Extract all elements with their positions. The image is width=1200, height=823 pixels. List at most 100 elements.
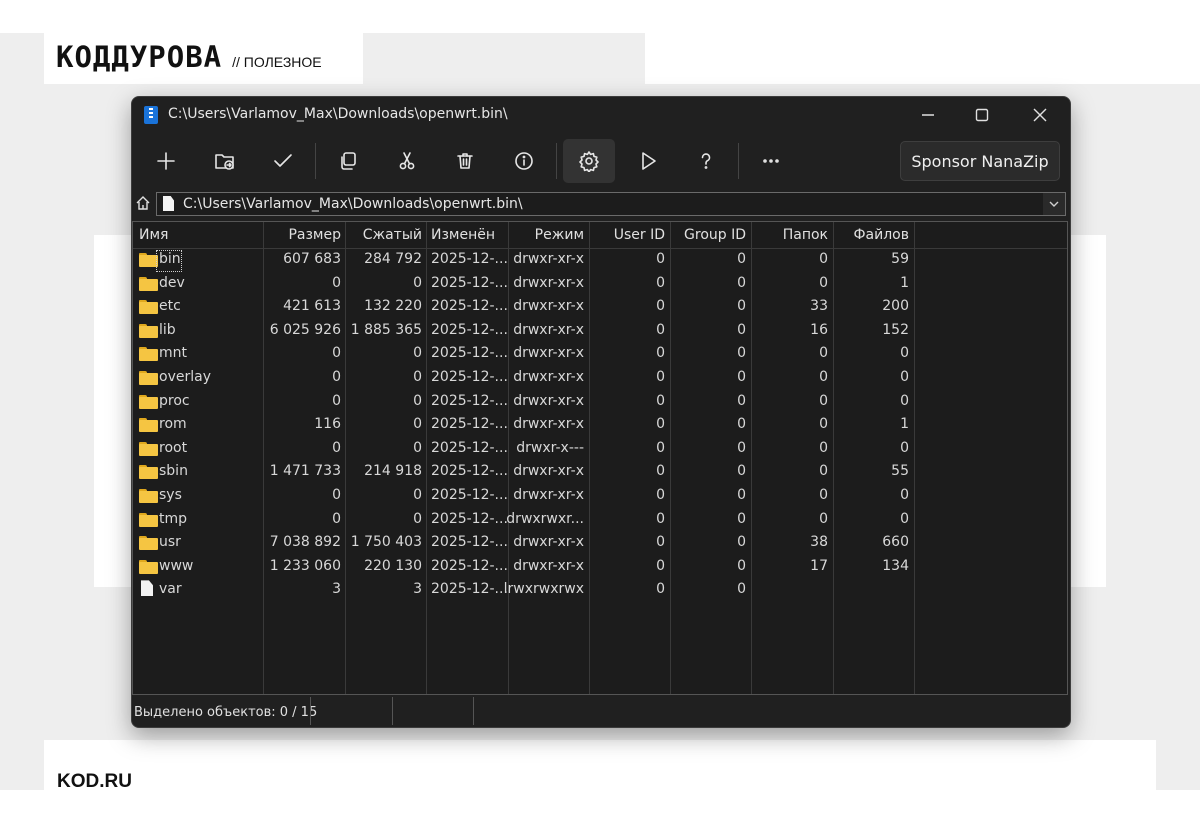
cell-modified: 2025-12-...: [431, 251, 508, 267]
cell-group-id: 0: [737, 392, 746, 409]
help-button[interactable]: [680, 139, 732, 183]
cell-user-id: 0: [656, 416, 665, 433]
cell-size: 0: [332, 487, 341, 503]
cell-modified: 2025-12-...: [431, 416, 508, 433]
column-folders[interactable]: Папок: [783, 227, 828, 243]
table-row[interactable]: tmp 0 0 2025-12-... drwxrwxr... 0 0 0 0: [133, 508, 1067, 532]
folder-icon: [139, 559, 158, 574]
table-row[interactable]: usr 7 038 892 1 750 403 2025-12-... drwxr-xr…: [133, 531, 1067, 555]
cell-user-id: 0: [656, 439, 665, 456]
cell-user-id: 0: [656, 369, 665, 385]
folder-up-icon[interactable]: [136, 196, 150, 210]
check-icon: [274, 154, 292, 167]
cell-packed: 0: [413, 392, 422, 409]
cell-name: sbin: [159, 463, 188, 480]
table-row[interactable]: sbin 1 471 733 214 918 2025-12-... drwxr-xr-…: [133, 460, 1067, 484]
cell-name: root: [159, 439, 188, 456]
cell-group-id: 0: [737, 345, 746, 362]
folder-icon: [139, 465, 158, 480]
cell-group-id: 0: [737, 581, 746, 598]
table-row[interactable]: lib 6 025 926 1 885 365 2025-12-... drwxr-xr…: [133, 319, 1067, 343]
maximize-button[interactable]: [954, 97, 1010, 133]
chevron-down-icon: [1049, 201, 1059, 207]
cell-user-id: 0: [656, 274, 665, 291]
folder-icon: [139, 536, 158, 551]
settings-button[interactable]: [563, 139, 615, 183]
cell-user-id: 0: [656, 298, 665, 315]
cell-name: www: [159, 557, 194, 574]
cell-name: overlay: [159, 369, 211, 385]
table-row[interactable]: proc 0 0 2025-12-... drwxr-xr-x 0 0 0 0: [133, 390, 1067, 414]
delete-button[interactable]: [439, 139, 491, 183]
table-row[interactable]: rom 116 0 2025-12-... drwxr-xr-x 0 0 0 1: [133, 413, 1067, 437]
cell-folders: 0: [819, 416, 828, 433]
add-button[interactable]: [140, 139, 192, 183]
column-group-id[interactable]: Group ID: [684, 227, 746, 243]
cell-packed: 3: [413, 581, 422, 598]
maximize-icon: [975, 108, 989, 122]
sponsor-button[interactable]: Sponsor NanaZip: [900, 141, 1060, 181]
info-button[interactable]: [498, 139, 550, 183]
column-header: Имя Размер Сжатый Изменён Режим User ID …: [133, 222, 1067, 249]
title-bar[interactable]: C:\Users\Varlamov_Max\Downloads\openwrt.…: [132, 97, 1070, 133]
folder-icon: [139, 441, 158, 456]
folder-icon: [139, 276, 158, 291]
table-row[interactable]: bin 607 683 284 792 2025-12-... drwxr-xr-x 0 0…: [133, 248, 1067, 272]
table-row[interactable]: root 0 0 2025-12-... drwxr-x--- 0 0 0 0: [133, 437, 1067, 461]
table-row[interactable]: overlay 0 0 2025-12-... drwxr-xr-x 0 0 0 0: [133, 366, 1067, 390]
move-button[interactable]: [381, 139, 433, 183]
nanazip-window: C:\Users\Varlamov_Max\Downloads\openwrt.…: [131, 96, 1071, 728]
close-button[interactable]: [1012, 97, 1068, 133]
cell-modified: 2025-12-...: [431, 534, 508, 551]
table-row[interactable]: mnt 0 0 2025-12-... drwxr-xr-x 0 0 0 0: [133, 342, 1067, 366]
cell-name: tmp: [159, 510, 188, 527]
minimize-button[interactable]: [900, 97, 956, 133]
run-button[interactable]: [622, 139, 674, 183]
file-list[interactable]: Имя Размер Сжатый Изменён Режим User ID …: [132, 221, 1068, 695]
cell-files: 200: [882, 298, 909, 315]
cell-user-id: 0: [656, 487, 665, 503]
more-button[interactable]: [745, 139, 797, 183]
column-mode[interactable]: Режим: [535, 227, 584, 243]
cell-packed: 132 220: [364, 298, 422, 315]
column-packed[interactable]: Сжатый: [363, 227, 422, 243]
cell-files: 0: [900, 439, 909, 456]
cell-size: 0: [332, 510, 341, 527]
path-text: C:\Users\Varlamov_Max\Downloads\openwrt.…: [183, 196, 523, 212]
path-input[interactable]: C:\Users\Varlamov_Max\Downloads\openwrt.…: [156, 192, 1066, 216]
cell-size: 0: [332, 369, 341, 385]
cell-packed: 214 918: [364, 463, 422, 480]
test-button[interactable]: [257, 139, 309, 183]
table-row[interactable]: var 3 3 2025-12-... lrwxrwxrwx 0 0: [133, 578, 1067, 602]
cell-packed: 284 792: [364, 251, 422, 267]
cell-packed: 0: [413, 369, 422, 385]
copy-button[interactable]: [322, 139, 374, 183]
cell-group-id: 0: [737, 534, 746, 551]
cell-modified: 2025-12-...: [431, 274, 508, 291]
table-row[interactable]: sys 0 0 2025-12-... drwxr-xr-x 0 0 0 0: [133, 484, 1067, 508]
column-size[interactable]: Размер: [288, 227, 341, 243]
cell-files: 59: [891, 251, 909, 267]
toolbar: Sponsor NanaZip: [132, 133, 1070, 189]
cell-size: 116: [314, 416, 341, 433]
status-divider: [473, 697, 474, 725]
column-modified[interactable]: Изменён: [431, 227, 495, 243]
cell-modified: 2025-12-...: [431, 298, 508, 315]
extract-button[interactable]: [199, 139, 251, 183]
column-files[interactable]: Файлов: [854, 227, 910, 243]
path-dropdown-button[interactable]: [1043, 193, 1065, 215]
cell-name: dev: [159, 274, 185, 291]
footer-site: KOD.RU: [57, 771, 132, 792]
table-row[interactable]: dev 0 0 2025-12-... drwxr-xr-x 0 0 0 1: [133, 272, 1067, 296]
cell-name: usr: [159, 534, 181, 551]
table-row[interactable]: www 1 233 060 220 130 2025-12-... drwxr-xr-x…: [133, 555, 1067, 579]
folder-icon: [139, 300, 158, 315]
cell-user-id: 0: [656, 510, 665, 527]
cell-folders: 17: [810, 557, 828, 574]
table-row[interactable]: etc 421 613 132 220 2025-12-... drwxr-xr-x 0 0…: [133, 295, 1067, 319]
cell-user-id: 0: [656, 463, 665, 480]
column-name[interactable]: Имя: [139, 227, 168, 243]
cell-modified: 2025-12-...: [431, 557, 508, 574]
column-user-id[interactable]: User ID: [614, 227, 665, 243]
cell-folders: 0: [819, 463, 828, 480]
